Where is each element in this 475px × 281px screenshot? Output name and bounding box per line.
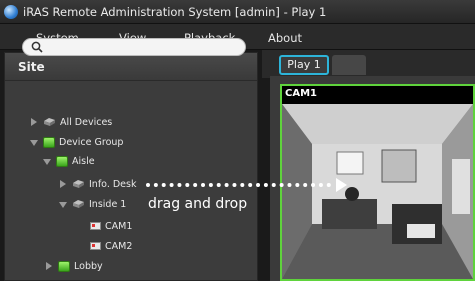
window-title: iRAS Remote Administration System [admin…: [23, 4, 327, 19]
camera-icon: [90, 222, 101, 230]
site-panel-header: Site: [5, 53, 257, 81]
collapse-arrow-icon[interactable]: [58, 199, 68, 209]
tree-item-label: Aisle: [72, 155, 95, 167]
collapse-arrow-icon[interactable]: [29, 137, 39, 147]
tree-item-label: CAM2: [105, 240, 133, 252]
tree-item-cam2[interactable]: CAM2: [90, 238, 132, 254]
tree-item-label: Device Group: [59, 136, 124, 148]
title-bar: iRAS Remote Administration System [admin…: [0, 0, 475, 24]
group-folder-icon: [56, 155, 68, 167]
tree-item-info-desk[interactable]: Info. Desk: [58, 176, 136, 192]
site-panel-title: Site: [18, 60, 45, 74]
tree-item-inside-1[interactable]: Inside 1: [58, 196, 126, 212]
tree-item-label: Info. Desk: [89, 178, 137, 190]
drag-arrow-icon: [336, 178, 347, 192]
tree-item-label: CAM1: [105, 220, 133, 232]
tree-item-label: All Devices: [60, 116, 113, 128]
drag-drop-annotation: drag and drop: [148, 196, 248, 212]
expand-arrow-icon[interactable]: [44, 261, 54, 271]
search-icon: [31, 41, 43, 53]
tree-item-all-devices[interactable]: All Devices: [29, 114, 112, 130]
tree-item-label: Inside 1: [89, 198, 127, 210]
collapse-arrow-icon[interactable]: [42, 156, 52, 166]
drag-path-dots: [146, 183, 331, 187]
site-search-input[interactable]: [22, 38, 246, 56]
device-icon: [73, 180, 84, 188]
camera-feed-image: [282, 104, 473, 279]
tab-play-1[interactable]: Play 1: [279, 55, 329, 75]
tree-item-aisle[interactable]: Aisle: [42, 153, 95, 169]
video-channel-label: CAM1: [285, 88, 317, 99]
group-folder-icon: [58, 260, 70, 272]
tree-item-cam1[interactable]: CAM1: [90, 218, 132, 234]
tree-item-device-group[interactable]: Device Group: [29, 134, 123, 150]
server-group-icon: [44, 118, 55, 126]
menu-about[interactable]: About: [268, 31, 302, 45]
tree-item-label: Lobby: [74, 260, 103, 272]
expand-arrow-icon[interactable]: [58, 179, 68, 189]
device-icon: [73, 200, 84, 208]
camera-icon: [90, 242, 101, 250]
tab-new[interactable]: [332, 55, 366, 75]
app-icon: [4, 4, 18, 19]
tree-item-lobby[interactable]: Lobby: [44, 258, 103, 274]
group-folder-icon: [43, 136, 55, 148]
expand-arrow-icon[interactable]: [29, 117, 39, 127]
